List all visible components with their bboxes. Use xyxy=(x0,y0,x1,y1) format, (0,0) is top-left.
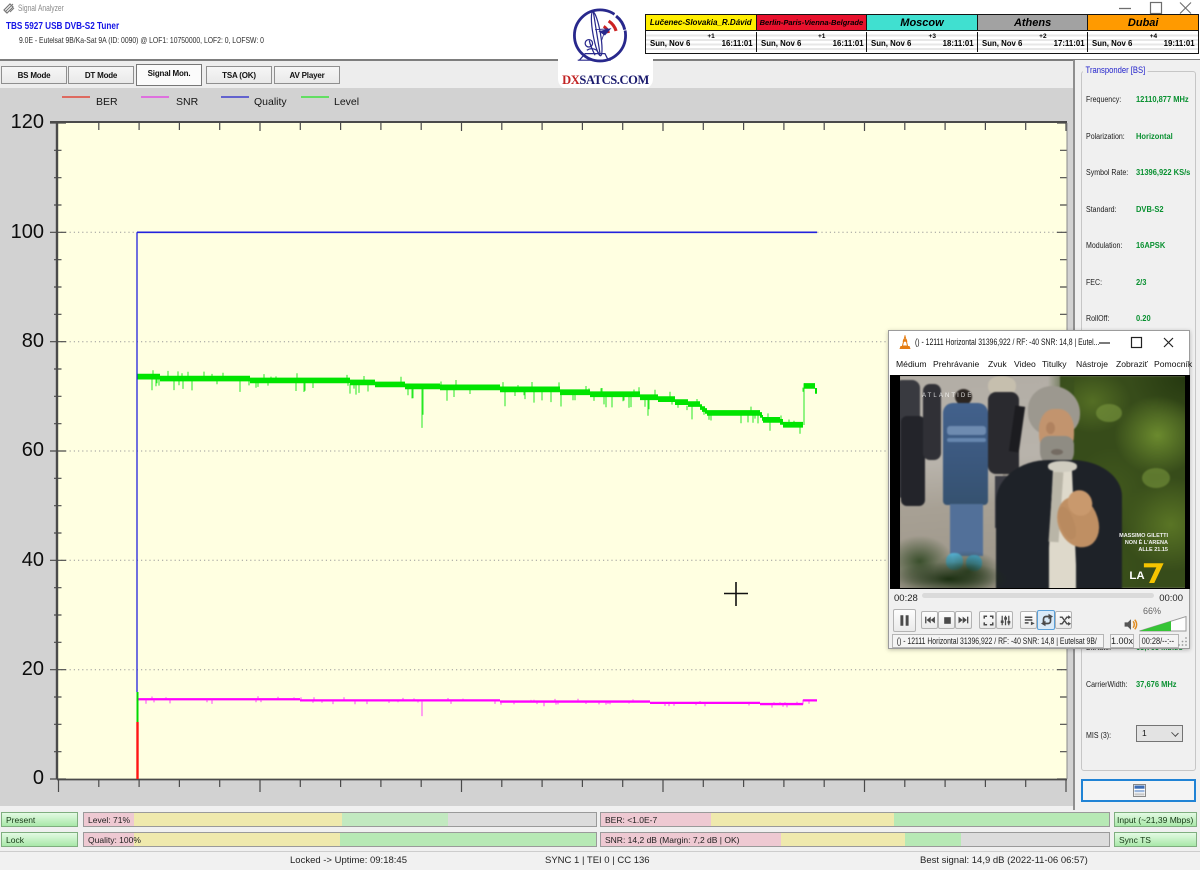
svg-text:LA: LA xyxy=(1129,570,1144,582)
